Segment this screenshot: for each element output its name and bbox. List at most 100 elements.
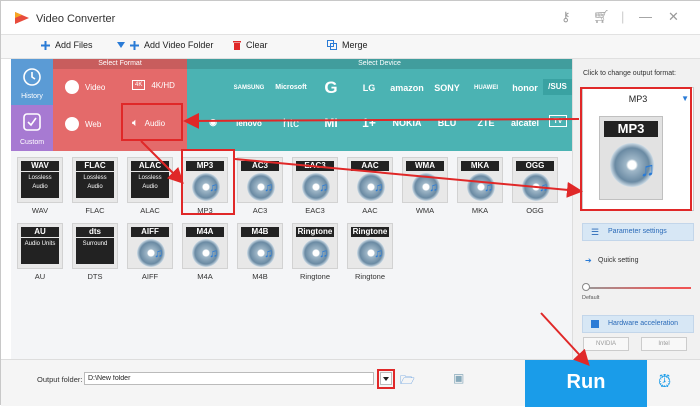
device-zte[interactable]: ZTE xyxy=(468,118,504,128)
close-button[interactable]: ✕ xyxy=(668,9,679,25)
device-xiaomi[interactable]: MI xyxy=(313,116,349,130)
key-icon[interactable]: ⚷ xyxy=(561,9,571,25)
device-lenovo[interactable]: lenovo xyxy=(231,119,267,128)
device-amazon[interactable]: amazon xyxy=(389,83,425,93)
quality-slider-knob[interactable] xyxy=(582,283,590,291)
device-microsoft[interactable]: Microsoft xyxy=(273,84,309,91)
music-note-icon: ♫ xyxy=(209,246,218,260)
format-tile-ringtone[interactable]: Ringtone ♫ Ringtone xyxy=(291,223,339,281)
device-asus[interactable]: /SUS xyxy=(543,79,572,95)
device-huawei[interactable]: HUAWEI xyxy=(468,85,504,91)
run-button[interactable]: Run xyxy=(525,360,647,407)
merge-label: Merge xyxy=(342,40,368,50)
parameter-settings-button[interactable]: ☰ Parameter settings xyxy=(582,223,694,241)
format-tile-wma[interactable]: WMA ♫ WMA xyxy=(401,157,449,215)
format-tile-wav[interactable]: WAV Lossless Audio WAV xyxy=(16,157,64,215)
device-samsung[interactable]: SAMSUNG xyxy=(231,85,267,91)
video-label: Video xyxy=(85,82,106,92)
format-tile-ac3[interactable]: AC3 ♫ AC3 xyxy=(236,157,284,215)
custom-tab[interactable]: Custom xyxy=(11,105,53,151)
output-format-highlight-box xyxy=(580,87,692,211)
device-alcatel[interactable]: alcatel xyxy=(507,118,543,128)
add-files-button[interactable]: Add Files xyxy=(41,40,93,50)
format-tile-alac[interactable]: ALAC Lossless Audio ALAC xyxy=(126,157,174,215)
audio-format-grid: WAV Lossless Audio WAV FLAC Lossless Audio FL… xyxy=(11,151,572,359)
format-icon-caption: AC3 xyxy=(241,161,279,171)
format-tile-eac3[interactable]: EAC3 ♫ EAC3 xyxy=(291,157,339,215)
format-icon: M4B ♫ xyxy=(237,223,283,269)
format-tile-dts[interactable]: dts Surround DTS xyxy=(71,223,119,281)
device-google[interactable]: G xyxy=(313,78,349,98)
nvidia-chip[interactable]: NVIDIA xyxy=(583,337,629,351)
alarm-clock-icon[interactable]: ⏰︎ xyxy=(658,372,671,392)
parameter-settings-label: Parameter settings xyxy=(608,228,667,235)
device-lg[interactable]: LG xyxy=(351,83,387,93)
audio-highlight-box xyxy=(121,103,183,141)
device-oneplus[interactable]: 1+ xyxy=(351,116,387,130)
hardware-acceleration-toggle[interactable]: Hardware acceleration xyxy=(582,315,694,333)
folder-import-icon[interactable]: ▣ xyxy=(453,371,464,385)
format-label: WMA xyxy=(415,206,435,215)
minimize-button[interactable]: — xyxy=(639,9,652,25)
format-icon-caption: MKA xyxy=(461,161,499,171)
format-icon-caption: M4B xyxy=(241,227,279,237)
quality-slider[interactable] xyxy=(585,287,691,289)
sliders-icon: ☰ xyxy=(591,227,600,237)
history-icon xyxy=(23,68,41,86)
device-honor[interactable]: honor xyxy=(507,83,543,93)
format-icon: M4A ♫ xyxy=(182,223,228,269)
format-tile-m4b[interactable]: M4B ♫ M4B xyxy=(236,223,284,281)
format-icon-caption: dts xyxy=(76,227,114,237)
music-note-icon: ♫ xyxy=(264,180,273,194)
folder-plus-icon xyxy=(130,40,139,50)
format-icon-caption: FLAC xyxy=(76,161,114,171)
device-htc[interactable]: htc xyxy=(273,116,309,130)
format-icon-caption: Ringtone xyxy=(296,227,334,237)
format-tile-aiff[interactable]: AIFF ♫ AIFF xyxy=(126,223,174,281)
music-note-icon: ♫ xyxy=(264,246,273,260)
device-blackberry[interactable]: ◉ xyxy=(195,117,231,128)
video-format-button[interactable]: Video xyxy=(65,80,105,94)
format-tile-aac[interactable]: AAC ♫ AAC xyxy=(346,157,394,215)
app-logo-icon xyxy=(15,12,29,24)
format-icon-caption: EAC3 xyxy=(296,161,334,171)
quick-setting-icon: ➔ xyxy=(585,256,592,265)
custom-icon xyxy=(23,113,41,131)
device-blu[interactable]: BLU xyxy=(429,118,465,128)
device-tv[interactable]: TV xyxy=(549,115,567,127)
clear-button[interactable]: Clear xyxy=(233,40,268,50)
format-tile-mka[interactable]: MKA ♫ MKA xyxy=(456,157,504,215)
format-tile-m4a[interactable]: M4A ♫ M4A xyxy=(181,223,229,281)
format-tile-flac[interactable]: FLAC Lossless Audio FLAC xyxy=(71,157,119,215)
device-sony[interactable]: SONY xyxy=(429,83,465,93)
format-icon: WAV Lossless Audio xyxy=(17,157,63,203)
history-label: History xyxy=(21,93,43,100)
dropdown-arrow-icon xyxy=(117,42,125,48)
merge-button[interactable]: Merge xyxy=(327,40,368,50)
format-selection-area: History Custom Select Format Video 4K 4K… xyxy=(11,59,572,359)
device-nokia[interactable]: NOKIA xyxy=(389,118,425,128)
format-label: Ringtone xyxy=(299,272,331,281)
format-label: WAV xyxy=(31,206,49,215)
format-label: ALAC xyxy=(140,206,160,215)
history-tab[interactable]: History xyxy=(11,59,53,105)
web-format-button[interactable]: Web xyxy=(65,117,101,131)
format-icon-caption: M4A xyxy=(186,227,224,237)
intel-chip[interactable]: Intel xyxy=(641,337,687,351)
cart-icon[interactable]: 🛒︎ xyxy=(593,9,610,25)
toolbar: Add Files Add Video Folder Clear Merge xyxy=(1,35,700,59)
4k-format-button[interactable]: 4K 4K/HD xyxy=(132,80,175,90)
music-note-icon: ♫ xyxy=(429,180,438,194)
format-tile-ringtone-2[interactable]: Ringtone ♫ Ringtone xyxy=(346,223,394,281)
output-folder-input[interactable] xyxy=(84,372,374,385)
format-tile-ogg[interactable]: OGG ♫ OGG xyxy=(511,157,559,215)
format-icon: WMA ♫ xyxy=(402,157,448,203)
4k-icon: 4K xyxy=(132,80,146,90)
format-tile-au[interactable]: AU Audio Units AU xyxy=(16,223,64,281)
add-video-folder-button[interactable]: Add Video Folder xyxy=(117,40,213,50)
format-icon: Ringtone ♫ xyxy=(347,223,393,269)
slider-default-label: Default xyxy=(582,295,600,301)
music-note-icon: ♫ xyxy=(374,180,383,194)
format-label: MKA xyxy=(471,206,489,215)
open-folder-icon[interactable]: 🗁︎ xyxy=(400,371,415,392)
